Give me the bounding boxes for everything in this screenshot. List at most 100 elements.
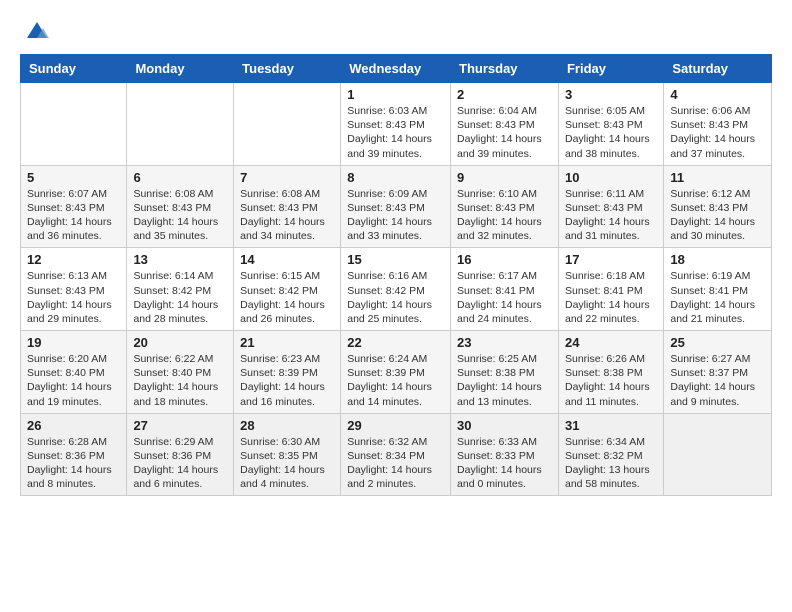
- day-number: 2: [457, 87, 552, 102]
- calendar-cell: 21 Sunrise: 6:23 AMSunset: 8:39 PMDayligh…: [234, 331, 341, 414]
- day-info: Sunrise: 6:14 AMSunset: 8:42 PMDaylight:…: [133, 269, 227, 326]
- calendar-cell: [21, 83, 127, 166]
- day-info: Sunrise: 6:16 AMSunset: 8:42 PMDaylight:…: [347, 269, 444, 326]
- calendar-cell: [234, 83, 341, 166]
- day-number: 26: [27, 418, 120, 433]
- calendar-cell: 9 Sunrise: 6:10 AMSunset: 8:43 PMDaylight…: [451, 165, 559, 248]
- day-info: Sunrise: 6:34 AMSunset: 8:32 PMDaylight:…: [565, 435, 657, 492]
- calendar-cell: 1 Sunrise: 6:03 AMSunset: 8:43 PMDaylight…: [341, 83, 451, 166]
- day-info: Sunrise: 6:06 AMSunset: 8:43 PMDaylight:…: [670, 104, 765, 161]
- day-info: Sunrise: 6:25 AMSunset: 8:38 PMDaylight:…: [457, 352, 552, 409]
- calendar-cell: 6 Sunrise: 6:08 AMSunset: 8:43 PMDaylight…: [127, 165, 234, 248]
- day-number: 4: [670, 87, 765, 102]
- day-info: Sunrise: 6:08 AMSunset: 8:43 PMDaylight:…: [133, 187, 227, 244]
- calendar-table: SundayMondayTuesdayWednesdayThursdayFrid…: [20, 54, 772, 496]
- calendar-cell: 28Sunrise: 6:30 AMSunset: 8:35 PMDayligh…: [234, 413, 341, 496]
- day-info: Sunrise: 6:05 AMSunset: 8:43 PMDaylight:…: [565, 104, 657, 161]
- week-row-5: 26 Sunrise: 6:28 AMSunset: 8:36 PMDayligh…: [21, 413, 772, 496]
- calendar-cell: 16 Sunrise: 6:17 AMSunset: 8:41 PMDayligh…: [451, 248, 559, 331]
- day-info: Sunrise: 6:33 AMSunset: 8:33 PMDaylight:…: [457, 435, 552, 492]
- calendar-cell: 5 Sunrise: 6:07 AMSunset: 8:43 PMDaylight…: [21, 165, 127, 248]
- day-number: 27: [133, 418, 227, 433]
- day-info: Sunrise: 6:08 AMSunset: 8:43 PMDaylight:…: [240, 187, 334, 244]
- day-number: 31: [565, 418, 657, 433]
- calendar-cell: 22 Sunrise: 6:24 AMSunset: 8:39 PMDayligh…: [341, 331, 451, 414]
- page: SundayMondayTuesdayWednesdayThursdayFrid…: [0, 0, 792, 512]
- calendar-cell: 27Sunrise: 6:29 AMSunset: 8:36 PMDayligh…: [127, 413, 234, 496]
- weekday-header-tuesday: Tuesday: [234, 55, 341, 83]
- calendar-cell: 4 Sunrise: 6:06 AMSunset: 8:43 PMDaylight…: [664, 83, 772, 166]
- day-info: Sunrise: 6:20 AMSunset: 8:40 PMDaylight:…: [27, 352, 120, 409]
- day-info: Sunrise: 6:23 AMSunset: 8:39 PMDaylight:…: [240, 352, 334, 409]
- weekday-header-saturday: Saturday: [664, 55, 772, 83]
- day-info: Sunrise: 6:26 AMSunset: 8:38 PMDaylight:…: [565, 352, 657, 409]
- day-number: 1: [347, 87, 444, 102]
- day-info: Sunrise: 6:03 AMSunset: 8:43 PMDaylight:…: [347, 104, 444, 161]
- day-number: 11: [670, 170, 765, 185]
- logo-icon: [23, 16, 51, 44]
- day-number: 24: [565, 335, 657, 350]
- calendar-cell: 15 Sunrise: 6:16 AMSunset: 8:42 PMDayligh…: [341, 248, 451, 331]
- calendar-cell: 31 Sunrise: 6:34 AMSunset: 8:32 PMDayligh…: [558, 413, 663, 496]
- day-info: Sunrise: 6:13 AMSunset: 8:43 PMDaylight:…: [27, 269, 120, 326]
- calendar-cell: 7 Sunrise: 6:08 AMSunset: 8:43 PMDaylight…: [234, 165, 341, 248]
- day-number: 7: [240, 170, 334, 185]
- day-number: 15: [347, 252, 444, 267]
- calendar-cell: 25 Sunrise: 6:27 AMSunset: 8:37 PMDayligh…: [664, 331, 772, 414]
- day-number: 9: [457, 170, 552, 185]
- week-row-1: 1 Sunrise: 6:03 AMSunset: 8:43 PMDaylight…: [21, 83, 772, 166]
- calendar-cell: 14 Sunrise: 6:15 AMSunset: 8:42 PMDayligh…: [234, 248, 341, 331]
- weekday-header-monday: Monday: [127, 55, 234, 83]
- day-number: 14: [240, 252, 334, 267]
- week-row-4: 19Sunrise: 6:20 AMSunset: 8:40 PMDayligh…: [21, 331, 772, 414]
- weekday-header-sunday: Sunday: [21, 55, 127, 83]
- day-number: 23: [457, 335, 552, 350]
- day-number: 17: [565, 252, 657, 267]
- day-number: 16: [457, 252, 552, 267]
- calendar-cell: [127, 83, 234, 166]
- calendar-cell: 19Sunrise: 6:20 AMSunset: 8:40 PMDayligh…: [21, 331, 127, 414]
- day-info: Sunrise: 6:04 AMSunset: 8:43 PMDaylight:…: [457, 104, 552, 161]
- day-number: 18: [670, 252, 765, 267]
- logo-text: [20, 16, 51, 44]
- day-info: Sunrise: 6:15 AMSunset: 8:42 PMDaylight:…: [240, 269, 334, 326]
- calendar-cell: [664, 413, 772, 496]
- day-number: 5: [27, 170, 120, 185]
- day-info: Sunrise: 6:27 AMSunset: 8:37 PMDaylight:…: [670, 352, 765, 409]
- day-number: 30: [457, 418, 552, 433]
- day-info: Sunrise: 6:19 AMSunset: 8:41 PMDaylight:…: [670, 269, 765, 326]
- day-info: Sunrise: 6:28 AMSunset: 8:36 PMDaylight:…: [27, 435, 120, 492]
- calendar-cell: 11Sunrise: 6:12 AMSunset: 8:43 PMDayligh…: [664, 165, 772, 248]
- day-info: Sunrise: 6:24 AMSunset: 8:39 PMDaylight:…: [347, 352, 444, 409]
- calendar-cell: 2 Sunrise: 6:04 AMSunset: 8:43 PMDaylight…: [451, 83, 559, 166]
- calendar-cell: 26 Sunrise: 6:28 AMSunset: 8:36 PMDayligh…: [21, 413, 127, 496]
- day-info: Sunrise: 6:09 AMSunset: 8:43 PMDaylight:…: [347, 187, 444, 244]
- day-info: Sunrise: 6:17 AMSunset: 8:41 PMDaylight:…: [457, 269, 552, 326]
- calendar-cell: 10Sunrise: 6:11 AMSunset: 8:43 PMDayligh…: [558, 165, 663, 248]
- day-number: 21: [240, 335, 334, 350]
- day-number: 20: [133, 335, 227, 350]
- day-number: 29: [347, 418, 444, 433]
- weekday-header-friday: Friday: [558, 55, 663, 83]
- day-number: 13: [133, 252, 227, 267]
- calendar-cell: 3 Sunrise: 6:05 AMSunset: 8:43 PMDaylight…: [558, 83, 663, 166]
- calendar-cell: 17Sunrise: 6:18 AMSunset: 8:41 PMDayligh…: [558, 248, 663, 331]
- day-number: 8: [347, 170, 444, 185]
- calendar-cell: 12 Sunrise: 6:13 AMSunset: 8:43 PMDayligh…: [21, 248, 127, 331]
- day-number: 10: [565, 170, 657, 185]
- day-number: 6: [133, 170, 227, 185]
- weekday-header-wednesday: Wednesday: [341, 55, 451, 83]
- calendar-cell: 23 Sunrise: 6:25 AMSunset: 8:38 PMDayligh…: [451, 331, 559, 414]
- header: [20, 16, 772, 44]
- day-number: 3: [565, 87, 657, 102]
- week-row-2: 5 Sunrise: 6:07 AMSunset: 8:43 PMDaylight…: [21, 165, 772, 248]
- day-number: 25: [670, 335, 765, 350]
- day-info: Sunrise: 6:07 AMSunset: 8:43 PMDaylight:…: [27, 187, 120, 244]
- day-info: Sunrise: 6:10 AMSunset: 8:43 PMDaylight:…: [457, 187, 552, 244]
- day-number: 12: [27, 252, 120, 267]
- calendar-cell: 24 Sunrise: 6:26 AMSunset: 8:38 PMDayligh…: [558, 331, 663, 414]
- day-number: 22: [347, 335, 444, 350]
- calendar-cell: 20Sunrise: 6:22 AMSunset: 8:40 PMDayligh…: [127, 331, 234, 414]
- calendar-cell: 8 Sunrise: 6:09 AMSunset: 8:43 PMDaylight…: [341, 165, 451, 248]
- calendar-cell: 18 Sunrise: 6:19 AMSunset: 8:41 PMDayligh…: [664, 248, 772, 331]
